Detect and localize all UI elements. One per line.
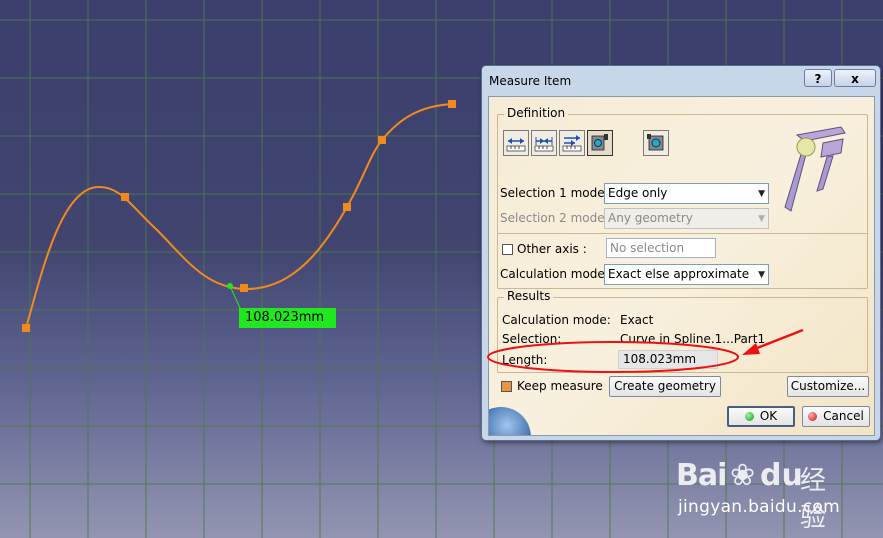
keep-measure-label: Keep measure <box>517 379 603 393</box>
keep-measure-checkbox[interactable] <box>501 381 512 392</box>
measure-item-icon[interactable] <box>587 130 613 156</box>
ok-label: OK <box>759 409 778 423</box>
results-group-label: Results <box>504 289 554 303</box>
close-button[interactable]: x <box>834 69 876 87</box>
chevron-down-icon: ▼ <box>758 189 765 199</box>
results-selection-value: Curve in Spline.1...Part1 <box>620 332 766 346</box>
divider <box>498 233 867 234</box>
dialog-titlebar[interactable]: Measure Item ? x <box>482 66 880 94</box>
results-calc-mode-value: Exact <box>620 313 654 327</box>
ok-icon <box>744 412 754 421</box>
control-point <box>121 193 129 201</box>
create-geometry-button[interactable]: Create geometry <box>609 376 721 397</box>
measure-between-fan-icon[interactable] <box>559 130 585 156</box>
measure-between-chain-icon[interactable] <box>531 130 557 156</box>
selection1-mode-select[interactable]: Edge only ▼ <box>604 183 769 204</box>
control-point <box>378 136 386 144</box>
other-axis-checkbox[interactable] <box>502 244 513 255</box>
dialog-title: Measure Item <box>489 74 572 88</box>
ok-button[interactable]: OK <box>727 406 795 427</box>
calculation-mode-label: Calculation mode: <box>500 267 609 281</box>
globe-decoration <box>489 407 531 435</box>
cancel-icon <box>808 412 818 421</box>
customize-button[interactable]: Customize... <box>787 376 869 397</box>
other-axis-label: Other axis : <box>517 242 587 256</box>
calculation-mode-select[interactable]: Exact else approximate ▼ <box>604 264 769 285</box>
help-button[interactable]: ? <box>804 69 832 87</box>
dialog-client-area: Definition Selection 1 mode: Edge only ▼… <box>488 96 875 436</box>
spline-control-points[interactable] <box>22 100 456 332</box>
caliper-illustration <box>784 126 846 212</box>
results-length-label: Length: <box>502 353 548 367</box>
chevron-down-icon: ▼ <box>758 270 765 280</box>
selection1-mode-label: Selection 1 mode: <box>500 186 609 200</box>
cancel-button[interactable]: Cancel <box>802 406 870 427</box>
selection2-mode-select: Any geometry ▼ <box>604 208 769 229</box>
results-calc-mode-label: Calculation mode: <box>502 313 611 327</box>
selection2-mode-label: Selection 2 mode: <box>500 211 609 225</box>
calculation-mode-value: Exact else approximate <box>608 267 750 281</box>
other-axis-field[interactable]: No selection <box>606 238 716 258</box>
results-length-value: 108.023mm <box>618 350 718 369</box>
selection1-mode-value: Edge only <box>608 186 668 200</box>
control-point <box>22 324 30 332</box>
results-group: Results Calculation mode: Exact Selectio… <box>497 289 868 373</box>
control-point <box>343 203 351 211</box>
measure-between-icon[interactable] <box>503 130 529 156</box>
measure-thickness-icon[interactable] <box>643 130 669 156</box>
definition-group: Definition Selection 1 mode: Edge only ▼… <box>497 106 868 289</box>
results-selection-label: Selection: <box>502 332 562 346</box>
chevron-down-icon: ▼ <box>758 214 765 224</box>
spline-curve[interactable] <box>25 103 453 329</box>
definition-group-label: Definition <box>504 106 569 120</box>
cancel-label: Cancel <box>823 409 864 423</box>
watermark-url: jingyan.baidu.com <box>678 497 840 517</box>
selection2-mode-value: Any geometry <box>608 211 693 225</box>
control-point <box>448 100 456 108</box>
measure-item-dialog: Measure Item ? x Definition Selection 1 … <box>481 65 881 441</box>
paw-icon: ❀ <box>730 458 756 493</box>
control-point <box>240 284 248 292</box>
measure-result-label[interactable]: 108.023mm <box>239 308 336 328</box>
watermark-brand: Bai <box>676 458 727 493</box>
watermark-brand-du: du <box>760 458 803 493</box>
